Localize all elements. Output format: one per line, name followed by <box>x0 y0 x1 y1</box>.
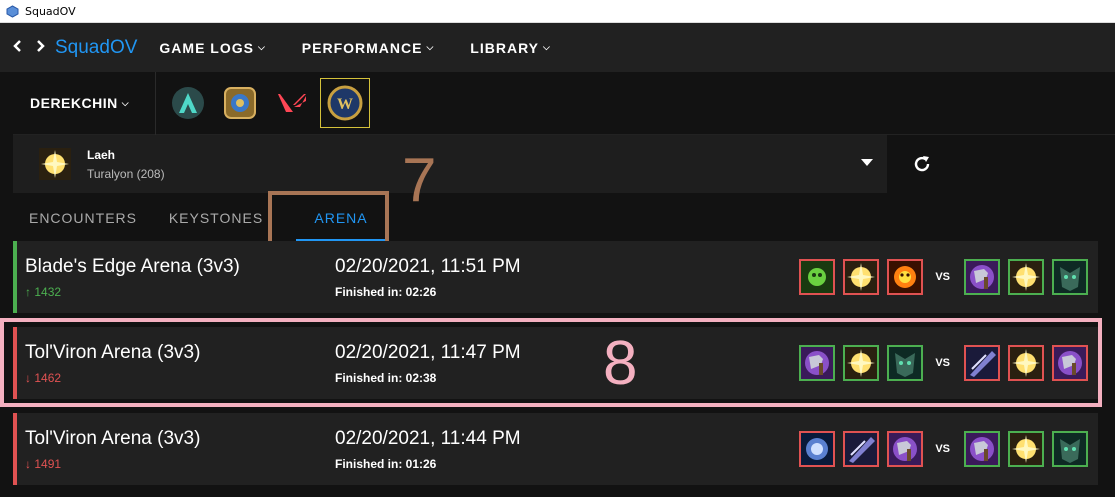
destruction-spec-icon[interactable] <box>887 259 924 295</box>
aimlab-icon <box>172 87 204 119</box>
menu-label: GAME LOGS <box>159 39 254 56</box>
shadow-spec-icon[interactable] <box>843 431 880 467</box>
svg-text:W: W <box>337 96 353 113</box>
match-row[interactable]: Tol'Viron Arena (3v3) ↓ 1491 02/20/2021,… <box>13 413 1098 485</box>
frost-spec-icon[interactable] <box>799 431 836 467</box>
window-titlebar: SquadOV <box>0 0 1115 23</box>
match-map: Blade's Edge Arena (3v3) <box>25 256 240 277</box>
arms-spec-icon[interactable] <box>887 431 924 467</box>
tab-keystones[interactable]: KEYSTONES <box>153 193 279 243</box>
match-rating: ↑ 1432 <box>25 285 61 299</box>
character-name: Laeh <box>87 147 116 162</box>
app-logo-icon <box>6 4 19 18</box>
valorant-icon <box>278 94 306 112</box>
menu-game-logs[interactable]: GAME LOGS ⌵ <box>159 40 265 56</box>
game-wow[interactable]: W <box>320 78 370 128</box>
windwalker-spec-icon[interactable] <box>1052 259 1088 295</box>
holy-spec-icon <box>39 148 71 180</box>
arms-spec-icon[interactable] <box>964 431 1000 467</box>
rating-value: 1432 <box>34 285 62 299</box>
forward-button[interactable] <box>29 39 51 56</box>
game-hearthstone[interactable] <box>220 83 260 123</box>
match-teams: VS <box>791 259 1088 295</box>
holy-spec-icon[interactable] <box>1008 259 1044 295</box>
match-date: 02/20/2021, 11:44 PM <box>335 428 521 449</box>
chevron-down-icon: ⌵ <box>257 42 266 52</box>
match-duration: Finished in: 01:26 <box>335 457 437 471</box>
result-indicator <box>13 413 17 485</box>
character-realm: Turalyon (208) <box>87 166 165 181</box>
menu-performance[interactable]: PERFORMANCE ⌵ <box>302 40 435 56</box>
rating-arrow-up-icon: ↑ <box>25 285 31 299</box>
menu-label: PERFORMANCE <box>301 39 423 56</box>
character-bar: Laeh Turalyon (208) <box>13 135 1115 193</box>
annotation-label-8: 8 <box>603 329 638 398</box>
vs-label: VS <box>935 271 950 283</box>
match-map: Tol'Viron Arena (3v3) <box>25 428 201 449</box>
top-nav: SquadOV GAME LOGS ⌵ PERFORMANCE ⌵ LIBRARY ⌵ <box>0 23 1115 72</box>
back-button[interactable] <box>7 39 29 56</box>
holy-spec-icon[interactable] <box>843 259 880 295</box>
arms-spec-icon[interactable] <box>964 259 1000 295</box>
character-select[interactable]: Laeh Turalyon (208) <box>13 135 887 193</box>
brand-link[interactable]: SquadOV <box>55 37 137 59</box>
tab-encounters[interactable]: ENCOUNTERS <box>13 193 153 243</box>
game-selector-bar: DEREKCHIN ⌵ W <box>13 71 1115 135</box>
chevron-down-icon: ⌵ <box>426 42 435 52</box>
user-dropdown[interactable]: DEREKCHIN ⌵ <box>13 71 156 135</box>
result-indicator <box>13 241 17 313</box>
match-teams: VS <box>791 431 1088 467</box>
menu-library[interactable]: LIBRARY ⌵ <box>470 40 551 56</box>
rating-value: 1491 <box>34 457 62 471</box>
chevron-down-icon: ⌵ <box>121 97 130 108</box>
match-duration: Finished in: 02:26 <box>335 285 437 299</box>
match-date: 02/20/2021, 11:51 PM <box>335 256 521 277</box>
holy-spec-icon[interactable] <box>1008 431 1044 467</box>
annotation-box-8 <box>0 318 1102 407</box>
affliction-spec-icon[interactable] <box>799 259 836 295</box>
wow-icon: W <box>327 85 363 121</box>
tab-bar: ENCOUNTERS KEYSTONES ARENA <box>13 193 1115 243</box>
username: DEREKCHIN <box>30 95 118 111</box>
game-aimlab[interactable] <box>168 83 208 123</box>
game-valorant[interactable] <box>272 83 312 123</box>
rating-arrow-down-icon: ↓ <box>25 457 31 471</box>
refresh-icon <box>914 156 930 172</box>
match-rating: ↓ 1491 <box>25 457 61 471</box>
dropdown-caret-icon[interactable] <box>861 159 873 166</box>
hearthstone-icon <box>224 87 256 119</box>
chevron-left-icon <box>13 40 21 52</box>
windwalker-spec-icon[interactable] <box>1052 431 1088 467</box>
annotation-label-7: 7 <box>402 146 437 215</box>
match-row[interactable]: Blade's Edge Arena (3v3) ↑ 1432 02/20/20… <box>13 241 1098 313</box>
vs-label: VS <box>935 443 950 455</box>
chevron-down-icon: ⌵ <box>543 42 551 52</box>
window-title: SquadOV <box>25 4 76 18</box>
menu-label: LIBRARY <box>470 39 539 56</box>
refresh-button[interactable] <box>887 135 957 193</box>
chevron-right-icon <box>37 40 45 52</box>
